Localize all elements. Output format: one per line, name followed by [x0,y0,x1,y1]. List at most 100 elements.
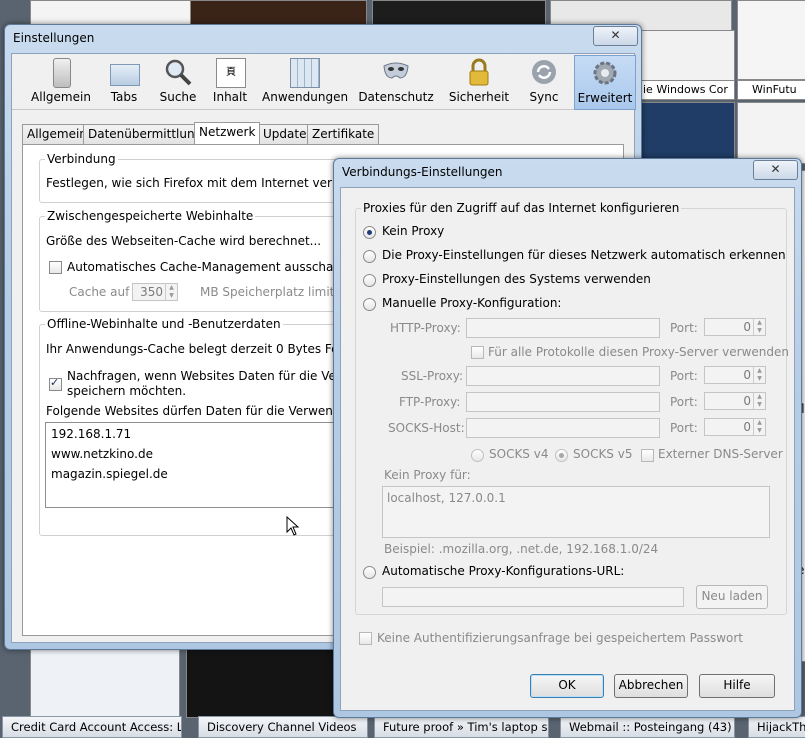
group-title: Offline-Webinhalte und -Benutzerdaten [45,317,283,331]
toolbar-suche[interactable]: Suche [156,55,200,108]
tab-datenuebermittlung[interactable]: Datenübermittlung [83,124,208,144]
remote-dns-label: Externer DNS-Server [658,447,783,461]
toolbar-sync[interactable]: Sync [522,55,566,108]
spinner-arrows-icon: ▲ ▼ [753,367,765,383]
auto-detect-radio[interactable] [363,250,376,263]
sync-icon [532,60,556,84]
toolbar-erweitert[interactable]: Erweitert [574,55,636,110]
toolbar-label: Sync [529,90,559,104]
no-proxy-radio[interactable] [363,226,376,239]
cache-size-value: 350 [140,285,163,299]
remote-dns-checkbox[interactable] [641,449,654,462]
socks4-label: SOCKS v4 [489,447,549,461]
taskbar-item[interactable]: Future proof » Tim's laptop s [374,716,549,738]
manual-proxy-label: Manuelle Proxy-Konfiguration: [382,296,562,310]
toolbar-sicherheit[interactable]: Sicherheit [446,55,512,108]
background-thumbnail: WinFutu [737,80,805,100]
system-proxy-label: Proxy-Einstellungen des Systems verwende… [382,272,651,286]
port-value: 0 [743,420,751,434]
help-button[interactable]: Hilfe [699,674,775,698]
thumbnail-caption: ie Windows Cor [643,83,728,96]
toolbar-label: Datenschutz [358,90,434,104]
taskbar-item[interactable]: Discovery Channel Videos [198,716,368,738]
toolbar-datenschutz[interactable]: Datenschutz [358,55,434,108]
ftp-proxy-input[interactable] [466,392,660,412]
ssl-port-stepper[interactable]: 0 ▲ ▼ [704,366,766,384]
spinner-arrows-icon: ▲ ▼ [753,419,765,435]
toolbar-label: Inhalt [212,90,248,104]
magnifier-icon [165,59,192,86]
http-proxy-input[interactable] [466,318,660,338]
socks-host-input[interactable] [466,418,660,438]
taskbar-item[interactable]: HijackTh [748,716,805,738]
ssl-proxy-input[interactable] [466,366,660,386]
gear-icon [593,61,617,85]
tab-zertifikate[interactable]: Zertifikate [307,124,380,144]
ssl-port-label: Port: [670,369,698,383]
background-thumbnail [737,0,805,80]
no-proxy-example: Beispiel: .mozilla.org, .net.de, 192.168… [384,542,659,556]
group-title: Verbindung [45,152,118,166]
list-item[interactable]: 192.168.1.71 [51,427,131,441]
close-button[interactable]: ✕ [593,26,638,46]
close-button[interactable]: ✕ [753,160,798,180]
offline-ask-label: Nachfragen, wenn Websites Daten für die … [67,369,374,383]
http-proxy-label: HTTP-Proxy: [390,321,461,335]
tabs-icon [110,64,140,86]
cache-size-stepper[interactable]: 350 ▲ ▼ [132,283,178,301]
socks5-radio[interactable] [555,449,568,462]
window-title: Einstellungen [13,31,95,45]
toolbar-label: Erweitert [577,91,633,105]
tab-allgemein[interactable]: Allgemein [22,124,92,144]
no-proxy-for-textarea[interactable]: localhost, 127.0.0.1 [382,486,770,538]
background-thumbnail [737,102,805,164]
cache-override-checkbox[interactable] [49,261,62,274]
http-port-stepper[interactable]: 0 ▲ ▼ [704,318,766,336]
http-port-label: Port: [670,321,698,335]
share-proxy-label: Für alle Protokolle diesen Proxy-Server … [488,345,790,359]
toolbar-tabs[interactable]: Tabs [102,55,146,108]
port-value: 0 [743,368,751,382]
connection-text: Festlegen, wie sich Firefox mit dem Inte… [46,176,371,190]
list-item[interactable]: www.netzkino.de [51,447,153,461]
socks4-radio[interactable] [471,449,484,462]
autologin-checkbox[interactable] [359,632,372,645]
auto-config-url-radio[interactable] [363,566,376,579]
taskbar-item[interactable]: Webmail :: Posteingang (43) [560,716,735,738]
proxy-group: Proxies für den Zugriff auf das Internet… [355,201,790,615]
cancel-button[interactable]: Abbrechen [614,674,688,698]
tab-update[interactable]: Update [258,124,312,144]
ok-button[interactable]: OK [530,674,604,698]
toolbar-inhalt[interactable]: 頁 Inhalt [208,55,252,108]
autologin-label: Keine Authentifizierungsanfrage bei gesp… [377,631,744,645]
manual-proxy-radio[interactable] [363,298,376,311]
mask-icon [383,62,409,79]
ftp-port-label: Port: [670,395,698,409]
spinner-arrows-icon: ▲ ▼ [753,393,765,409]
list-item[interactable]: magazin.spiegel.de [51,467,168,481]
content-icon: 頁 [216,58,246,88]
offline-allowed-label: Folgende Websites dürfen Daten für die V… [46,404,379,418]
tab-netzwerk[interactable]: Netzwerk [194,122,261,144]
mouse-cursor-icon [286,516,300,536]
socks-port-stepper[interactable]: 0 ▲ ▼ [704,418,766,436]
offline-ask-checkbox[interactable] [49,376,62,391]
system-proxy-radio[interactable] [363,274,376,287]
toolbar-anwendungen[interactable]: Anwendungen [262,55,348,108]
auto-config-url-input[interactable] [382,587,684,607]
settings-toolbar: Allgemein Tabs Suche 頁 Inhalt Anwendunge… [12,55,636,110]
no-proxy-for-label: Kein Proxy für: [384,468,471,482]
socks-port-label: Port: [670,421,698,435]
taskbar-item[interactable]: Credit Card Account Access: Lo [2,716,182,738]
share-proxy-checkbox[interactable] [471,346,484,359]
ftp-port-stepper[interactable]: 0 ▲ ▼ [704,392,766,410]
background-thumbnail [30,648,180,718]
group-title: Proxies für den Zugriff auf das Internet… [361,201,682,215]
cache-override-label: Automatisches Cache-Management ausschalt… [67,260,357,274]
toolbar-label: Sicherheit [448,90,510,104]
toolbar-allgemein[interactable]: Allgemein [26,55,96,108]
cache-status: Größe des Webseiten-Cache wird berechnet… [46,234,322,248]
background-thumbnail [186,648,338,718]
reload-button[interactable]: Neu laden [696,585,768,609]
dialog-title: Verbindungs-Einstellungen [342,165,503,179]
